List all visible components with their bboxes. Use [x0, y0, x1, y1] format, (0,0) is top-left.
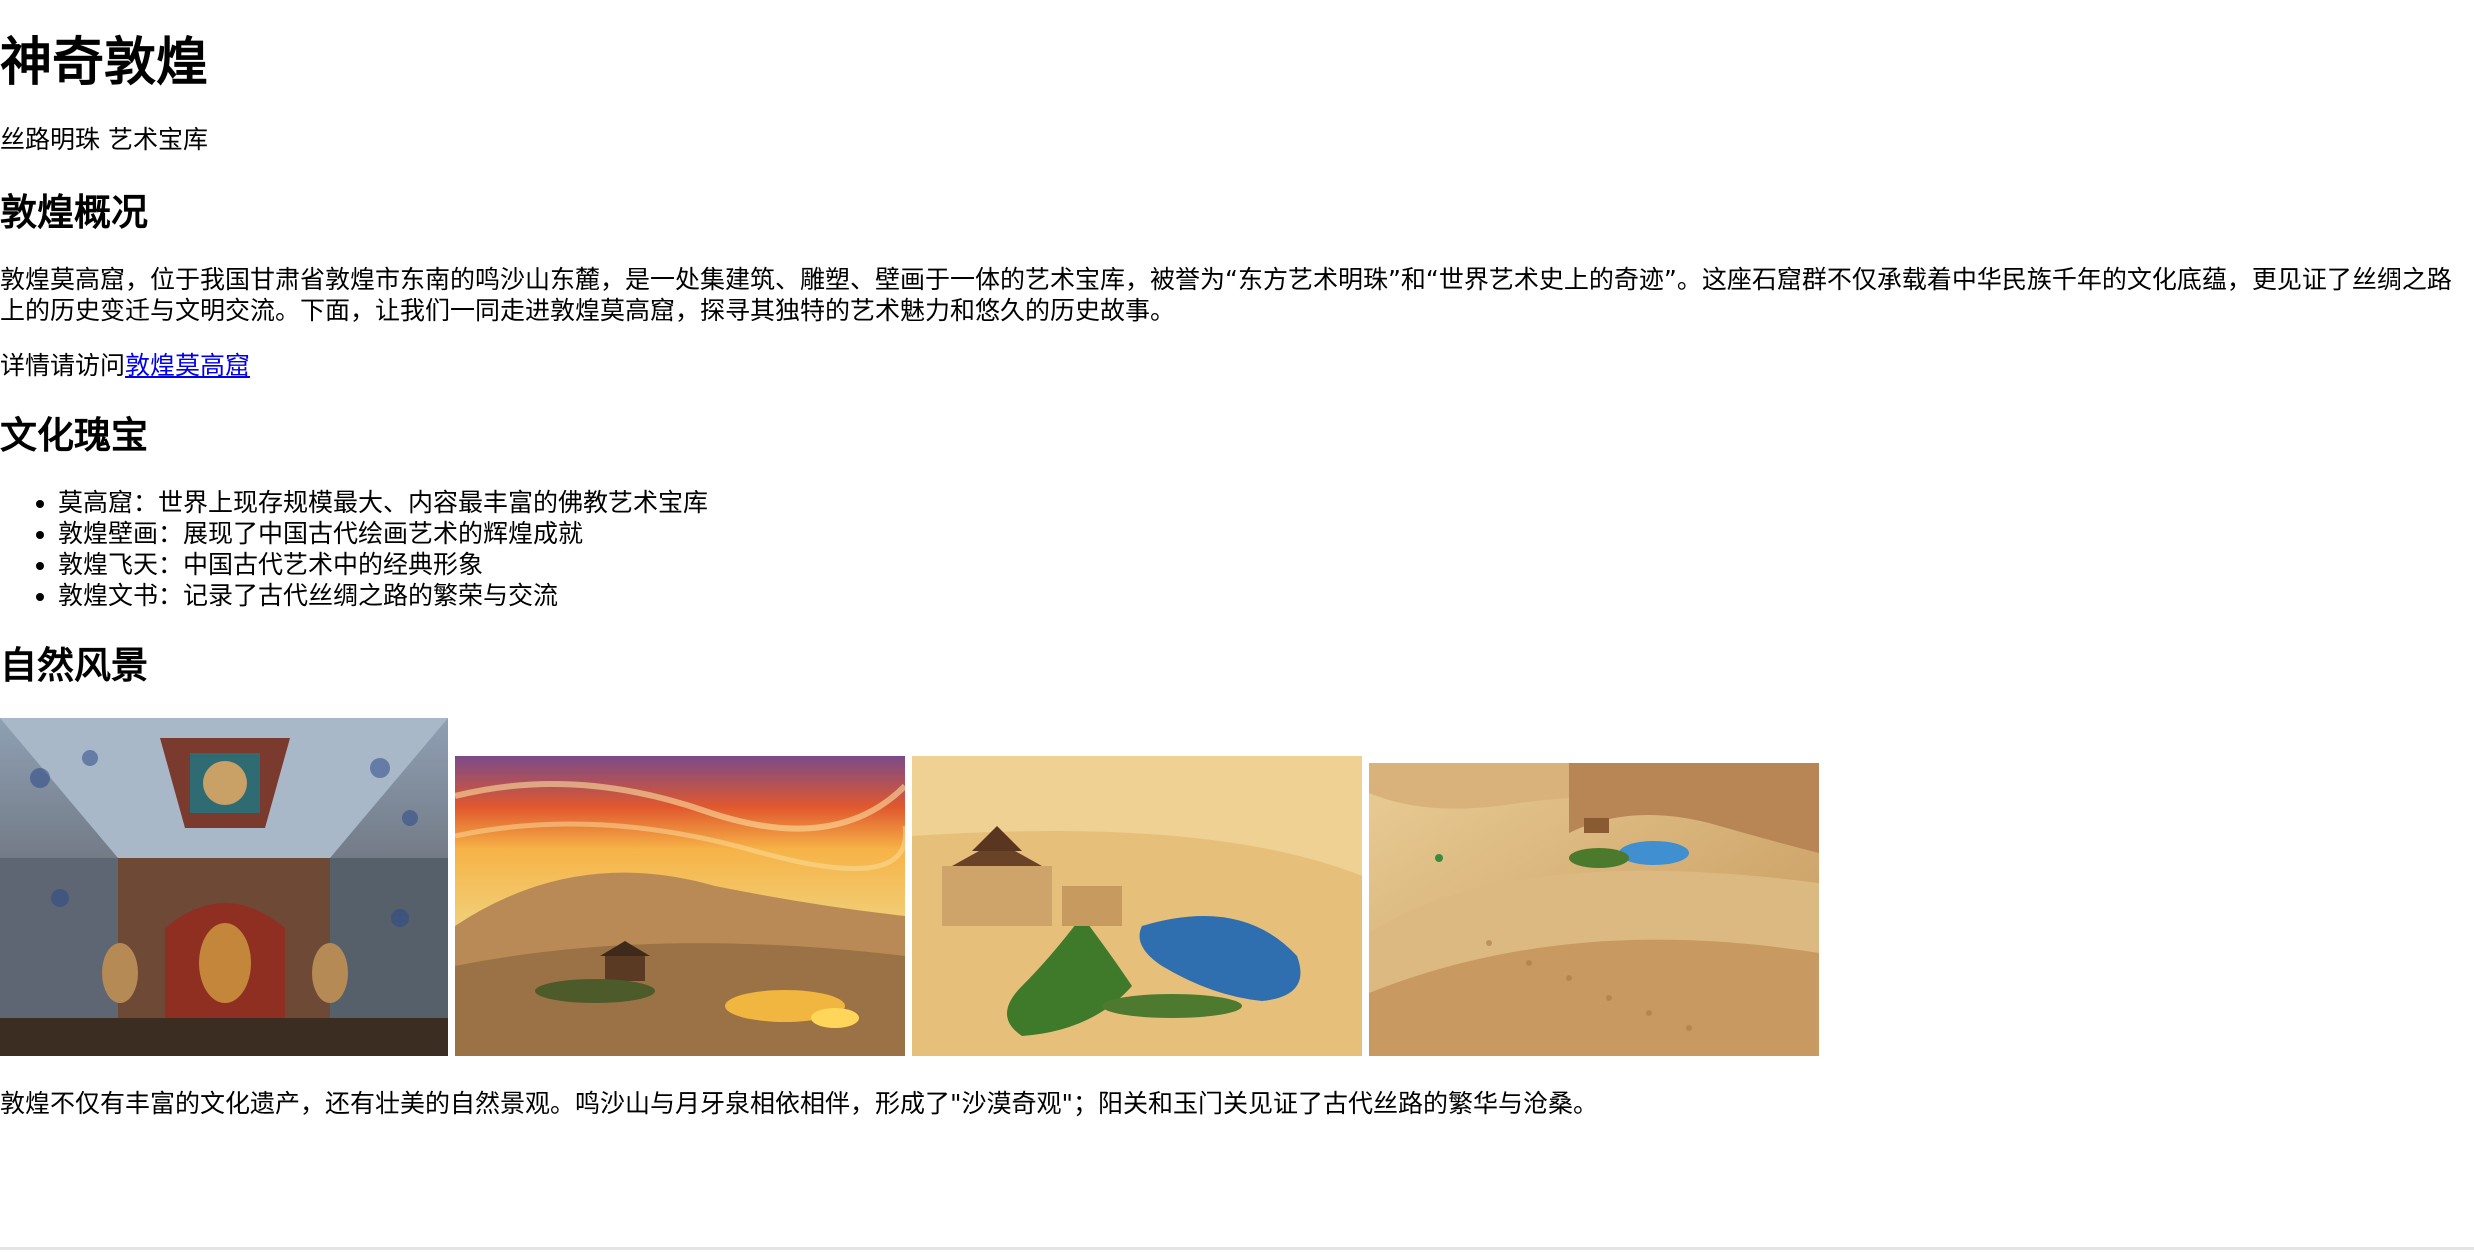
list-item: 敦煌壁画：展现了中国古代绘画艺术的辉煌成就 — [58, 518, 708, 549]
list-item: 敦煌文书：记录了古代丝绸之路的繁荣与交流 — [58, 580, 708, 611]
desert-sunset-oasis-photo — [455, 756, 905, 1056]
overview-heading: 敦煌概况 — [0, 191, 148, 234]
mogao-cave-interior-photo — [0, 718, 448, 1056]
photo-gallery — [0, 718, 1830, 1056]
nature-paragraph: 敦煌不仅有丰富的文化遗产，还有壮美的自然景观。鸣沙山与月牙泉相依相伴，形成了"沙… — [0, 1089, 1599, 1118]
mogao-link[interactable]: 敦煌莫高窟 — [125, 351, 250, 380]
crescent-lake-aerial-photo — [912, 756, 1362, 1056]
treasure-list: 莫高窟：世界上现存规模最大、内容最丰富的佛教艺术宝库 敦煌壁画：展现了中国古代绘… — [0, 487, 708, 611]
footer-divider — [0, 1247, 2474, 1250]
page-subtitle: 丝路明珠 艺术宝库 — [0, 125, 208, 154]
page-title: 神奇敦煌 — [0, 33, 209, 93]
list-item: 莫高窟：世界上现存规模最大、内容最丰富的佛教艺术宝库 — [58, 487, 708, 518]
culture-heading: 文化瑰宝 — [0, 414, 148, 457]
more-info-line: 详情请访问敦煌莫高窟 — [0, 350, 250, 381]
more-info-prefix: 详情请访问 — [0, 351, 126, 380]
list-item: 敦煌飞天：中国古代艺术中的经典形象 — [58, 549, 708, 580]
overview-paragraph: 敦煌莫高窟，位于我国甘肃省敦煌市东南的鸣沙山东麓，是一处集建筑、雕塑、壁画于一体… — [0, 265, 2452, 325]
nature-heading: 自然风景 — [0, 644, 148, 687]
sand-dune-lake-photo — [1369, 763, 1819, 1056]
